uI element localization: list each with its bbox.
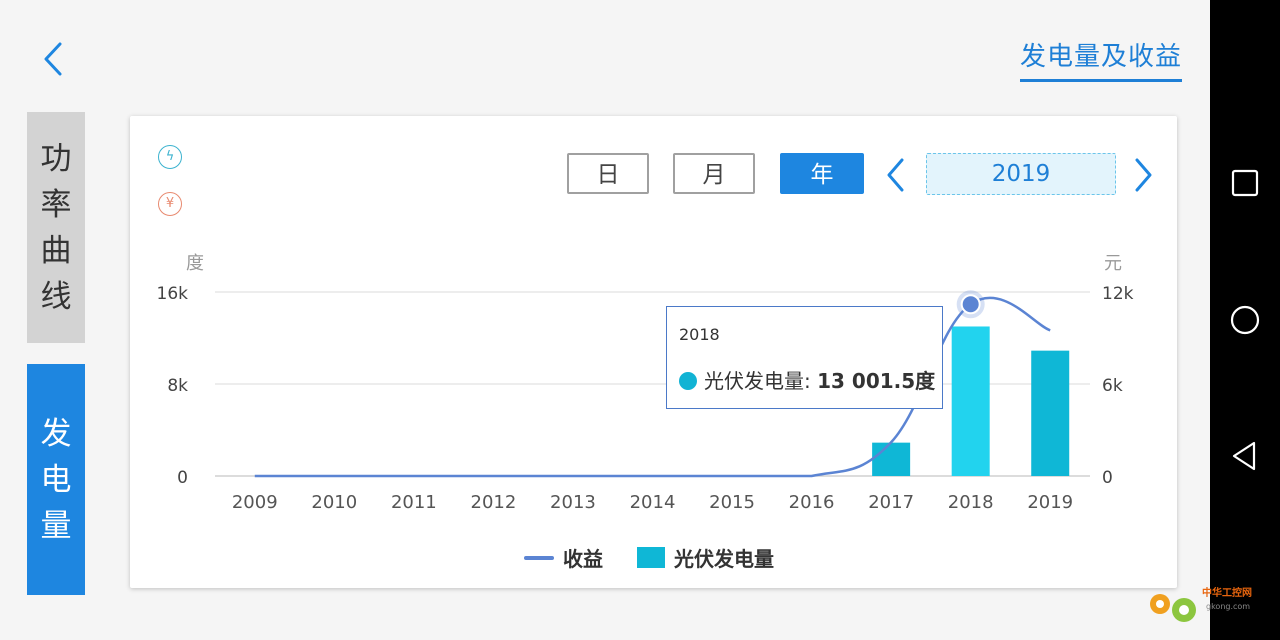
chart-tooltip: 2018 光伏发电量: 13 001.5度 — [666, 306, 943, 409]
generation-chart[interactable]: 0 0 8k 6k 16k 12k 度 元 2009 2010 2011 2012 2013 2014 20… — [130, 236, 1177, 536]
left-tick-label: 16k — [157, 284, 189, 304]
tab-label-char: 曲 — [40, 232, 72, 269]
watermark-site: gkong.com — [1206, 602, 1251, 611]
day-button[interactable]: 日 — [567, 153, 649, 194]
x-tick-label: 2019 — [1027, 492, 1073, 513]
x-tick-label: 2018 — [948, 492, 994, 513]
tab-label-char: 功 — [40, 140, 72, 177]
left-tick-label: 0 — [177, 468, 188, 488]
line-point — [960, 294, 981, 315]
tooltip-unit: 度 — [915, 369, 936, 393]
series-color-dot — [679, 372, 697, 390]
year-button[interactable]: 年 — [780, 153, 864, 194]
right-tick-label: 0 — [1102, 468, 1113, 488]
tab-power-curve[interactable]: 功 率 曲 线 — [27, 112, 85, 343]
next-year-button[interactable] — [1130, 157, 1156, 193]
x-tick-label: 2013 — [550, 492, 596, 513]
left-tick-label: 8k — [167, 376, 188, 396]
back-nav-button[interactable] — [1228, 439, 1262, 473]
back-button[interactable] — [36, 38, 72, 80]
x-tick-label: 2016 — [789, 492, 835, 513]
recent-apps-button[interactable] — [1228, 166, 1262, 200]
tab-label-char: 率 — [40, 186, 72, 223]
chart-legend: 收益 光伏发电量 — [524, 543, 808, 572]
legend-item-income[interactable]: 收益 — [524, 543, 603, 572]
page-title-tab[interactable]: 发电量及收益 — [1019, 36, 1182, 82]
right-tick-label: 6k — [1102, 376, 1123, 396]
watermark: 中华工控网 gkong.com — [1144, 580, 1270, 630]
x-tick-label: 2015 — [709, 492, 755, 513]
chevron-left-icon — [887, 158, 904, 192]
gear-icon — [1150, 594, 1196, 622]
income-mode-icon[interactable]: ¥ — [158, 192, 182, 216]
bar — [872, 442, 911, 476]
x-tick-label: 2012 — [471, 492, 517, 513]
tab-label-char: 量 — [40, 507, 72, 544]
right-tick-label: 12k — [1102, 284, 1134, 304]
tooltip-series: 光伏发电量 — [704, 369, 804, 393]
month-button[interactable]: 月 — [673, 153, 755, 194]
watermark-text: 中华工控网 — [1202, 588, 1252, 599]
tab-generation[interactable]: 发 电 量 — [27, 364, 85, 595]
tooltip-value: 13 001.5 — [817, 369, 916, 393]
bar — [1031, 350, 1070, 476]
tooltip-row: 光伏发电量: 13 001.5度 — [679, 365, 935, 394]
triangle-back-icon — [1232, 441, 1256, 471]
left-axis-unit: 度 — [186, 253, 204, 274]
page-title: 发电量及收益 — [1019, 36, 1182, 82]
legend-label: 光伏发电量 — [674, 547, 774, 571]
energy-mode-icon[interactable]: ϟ — [158, 145, 182, 169]
tab-label-char: 电 — [40, 461, 72, 498]
tab-label-char: 线 — [40, 278, 72, 315]
x-tick-label: 2017 — [868, 492, 914, 513]
chevron-left-icon — [44, 42, 62, 76]
bar-swatch — [637, 547, 665, 568]
x-tick-label: 2014 — [630, 492, 676, 513]
square-icon — [1231, 169, 1259, 197]
year-selector[interactable]: 2019 — [926, 153, 1116, 195]
legend-label: 收益 — [563, 547, 603, 571]
x-tick-label: 2011 — [391, 492, 437, 513]
right-axis-unit: 元 — [1104, 253, 1122, 274]
chevron-right-icon — [1135, 158, 1152, 192]
bar — [951, 326, 990, 476]
chart-card: ϟ ¥ 日 月 年 2019 0 0 8k 6k 16k 12k 度 元 2009 2010 201… — [130, 116, 1177, 588]
previous-year-button[interactable] — [883, 157, 909, 193]
tooltip-year: 2018 — [679, 325, 720, 344]
legend-item-generation[interactable]: 光伏发电量 — [637, 543, 774, 572]
x-tick-label: 2010 — [311, 492, 357, 513]
circle-icon — [1230, 305, 1260, 335]
system-nav-bar — [1210, 0, 1280, 640]
line-swatch — [524, 555, 554, 560]
home-button[interactable] — [1228, 303, 1262, 337]
tab-label-char: 发 — [40, 415, 72, 452]
x-tick-label: 2009 — [232, 492, 278, 513]
